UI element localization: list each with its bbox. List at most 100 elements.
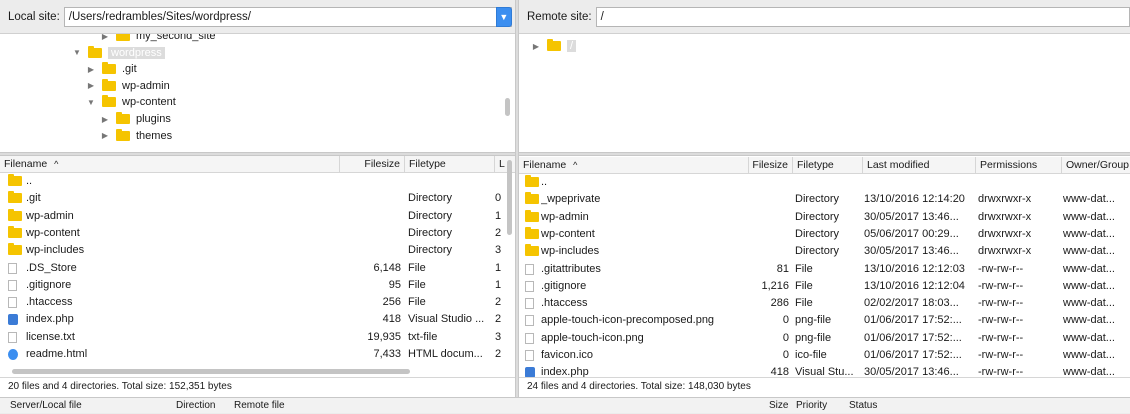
- local-file-name: readme.html: [26, 348, 88, 360]
- remote-file-row[interactable]: .htaccess 286 File 02/02/2017 18:03... -rw-r…: [519, 295, 1130, 312]
- remote-file-row[interactable]: index.php 418 Visual Stu... 30/05/2017 13:4…: [519, 364, 1130, 378]
- remote-tree-item-root[interactable]: ▶ /: [531, 38, 577, 54]
- expand-arrow-icon[interactable]: ▶: [86, 65, 96, 74]
- remote-file-row[interactable]: wp-includes Directory 30/05/2017 13:46... d…: [519, 243, 1130, 260]
- remote-file-list-header: Filename ^ Filesize Filetype Last modifi…: [519, 157, 1130, 174]
- remote-file-row[interactable]: _wpeprivate Directory 13/10/2016 12:14:20 d…: [519, 191, 1130, 208]
- remote-file-row[interactable]: apple-touch-icon.png 0 png-file 01/06/2017 …: [519, 330, 1130, 347]
- expand-arrow-icon[interactable]: ▶: [531, 42, 541, 51]
- local-tree-item[interactable]: ▶ my_second_site: [100, 34, 216, 44]
- queue-col-server-local-file[interactable]: Server/Local file: [6, 398, 82, 414]
- local-file-row[interactable]: wp-content Directory 2: [0, 225, 515, 242]
- file-icon: [8, 262, 17, 274]
- remote-file-row[interactable]: favicon.ico 0 ico-file 01/06/2017 17:52:...…: [519, 347, 1130, 364]
- local-col-last[interactable]: L: [495, 156, 515, 173]
- local-col-filetype[interactable]: Filetype: [405, 156, 495, 173]
- local-tree-item[interactable]: ▶ wp-admin: [86, 78, 170, 94]
- local-site-path-input[interactable]: /Users/redrambles/Sites/wordpress/ ▼: [63, 6, 512, 27]
- expand-arrow-icon[interactable]: ▶: [100, 131, 110, 140]
- remote-file-row[interactable]: ..: [519, 174, 1130, 191]
- expand-arrow-icon[interactable]: ▶: [86, 81, 96, 90]
- remote-file-row[interactable]: apple-touch-icon-precomposed.png 0 png-fil…: [519, 312, 1130, 329]
- remote-file-row[interactable]: .gitattributes 81 File 13/10/2016 12:12:03-…: [519, 261, 1130, 278]
- remote-file-size: 0: [782, 314, 789, 327]
- remote-file-size: 81: [776, 262, 789, 275]
- remote-pane-splitter[interactable]: [519, 152, 1130, 156]
- local-file-type: [408, 173, 493, 190]
- local-file-row[interactable]: wp-includes Directory 3: [0, 242, 515, 259]
- collapse-arrow-icon[interactable]: ▼: [86, 98, 96, 107]
- remote-site-pane: Remote site: / ▶ / Filename ^ Filesize F…: [519, 0, 1130, 397]
- local-file-type: Visual Studio ...: [408, 313, 485, 326]
- remote-file-type: [795, 174, 861, 191]
- local-col-filename[interactable]: Filename ^: [0, 156, 340, 173]
- remote-file-list[interactable]: .. _wpeprivate Directory 13/10/2016 12:14:2…: [519, 174, 1130, 378]
- local-tree-item[interactable]: ▶ .git: [86, 61, 137, 77]
- queue-col-remote-file[interactable]: Remote file: [230, 398, 285, 414]
- expand-arrow-icon[interactable]: ▶: [100, 34, 110, 41]
- remote-col-last-modified[interactable]: Last modified: [863, 157, 976, 174]
- remote-col-filesize[interactable]: Filesize: [749, 157, 793, 174]
- queue-col-priority[interactable]: Priority: [792, 398, 827, 414]
- local-file-row[interactable]: index.php 418 Visual Studio ... 2: [0, 311, 515, 328]
- remote-file-type: png-file: [795, 314, 832, 327]
- local-list-vscrollbar[interactable]: [507, 160, 512, 235]
- folder-icon: [8, 225, 22, 238]
- remote-file-owner: www-dat...: [1063, 331, 1115, 344]
- local-file-size: 19,935: [367, 330, 401, 343]
- remote-file-row[interactable]: wp-content Directory 05/06/2017 00:29... dr…: [519, 226, 1130, 243]
- expand-arrow-icon[interactable]: ▶: [100, 115, 110, 124]
- folder-icon: [116, 128, 130, 141]
- remote-col-filename[interactable]: Filename ^: [519, 157, 749, 174]
- remote-file-name: _wpeprivate: [541, 193, 601, 206]
- local-file-row[interactable]: .DS_Store 6,148 File 1: [0, 260, 515, 277]
- local-tree-item[interactable]: ▶ plugins: [100, 111, 171, 127]
- local-tree-item[interactable]: ▼ wp-content: [86, 94, 176, 110]
- local-tree-item-label: wp-content: [122, 96, 176, 109]
- remote-file-row[interactable]: .gitignore 1,216 File 13/10/2016 12:12:04 -r…: [519, 278, 1130, 295]
- local-list-hscrollbar[interactable]: [12, 369, 410, 374]
- collapse-arrow-icon[interactable]: ▼: [72, 48, 82, 57]
- remote-file-permissions: -rw-rw-r--: [978, 366, 1024, 378]
- local-col-filesize[interactable]: Filesize: [340, 156, 405, 173]
- html-file-icon: [8, 349, 18, 360]
- queue-col-status[interactable]: Status: [845, 398, 877, 414]
- local-file-type: File: [408, 296, 426, 309]
- remote-file-permissions: drwxrwxr-x: [978, 193, 1032, 206]
- local-tree-item-label: wordpress: [108, 46, 165, 59]
- local-tree-scrollbar[interactable]: [505, 98, 510, 116]
- local-file-last: 3: [495, 244, 502, 257]
- local-file-row[interactable]: license.txt 19,935 txt-file 3: [0, 329, 515, 346]
- remote-site-path-text: /: [600, 10, 604, 23]
- local-directory-tree[interactable]: ▶ my_second_site ▼ wordpress ▶ .git ▶ wp-admin ▼…: [0, 34, 515, 152]
- queue-col-direction[interactable]: Direction: [172, 398, 215, 414]
- local-file-row[interactable]: .htaccess 256 File 2: [0, 294, 515, 311]
- local-file-list-header: Filename ^ Filesize Filetype L: [0, 156, 515, 173]
- remote-file-name: .gitattributes: [541, 262, 601, 275]
- local-file-last: 2: [495, 313, 502, 326]
- remote-file-size: 1,216: [761, 279, 789, 292]
- local-tree-item[interactable]: ▶ themes: [100, 128, 172, 144]
- remote-file-row[interactable]: wp-admin Directory 30/05/2017 13:46... drwx…: [519, 209, 1130, 226]
- remote-col-filetype[interactable]: Filetype: [793, 157, 863, 174]
- remote-col-permissions[interactable]: Permissions: [976, 157, 1062, 174]
- local-file-list[interactable]: .. .git Directory 0 wp-admin Directory 1 wp-con…: [0, 173, 515, 377]
- remote-file-name: favicon.ico: [541, 349, 593, 361]
- local-file-row[interactable]: .git Directory 0: [0, 190, 515, 207]
- local-tree-item[interactable]: ▼ wordpress: [72, 45, 165, 61]
- local-file-last: 1: [495, 278, 502, 291]
- remote-file-owner: www-dat...: [1063, 245, 1115, 258]
- local-file-row[interactable]: wp-admin Directory 1: [0, 208, 515, 225]
- remote-directory-tree[interactable]: ▶ /: [519, 34, 1130, 152]
- local-site-dropdown-button[interactable]: ▼: [495, 6, 512, 27]
- remote-file-modified: 01/06/2017 17:52:...: [864, 331, 962, 344]
- remote-file-owner: [1063, 174, 1129, 191]
- file-icon: [525, 298, 534, 310]
- remote-site-path-input[interactable]: /: [595, 6, 1130, 27]
- remote-col-owner-group[interactable]: Owner/Group: [1062, 157, 1130, 174]
- local-file-row[interactable]: .gitignore 95 File 1: [0, 277, 515, 294]
- local-file-size: [330, 242, 401, 259]
- local-file-row[interactable]: readme.html 7,433 HTML docum... 2: [0, 346, 515, 363]
- queue-col-size[interactable]: Size: [765, 398, 788, 414]
- local-file-row[interactable]: ..: [0, 173, 515, 190]
